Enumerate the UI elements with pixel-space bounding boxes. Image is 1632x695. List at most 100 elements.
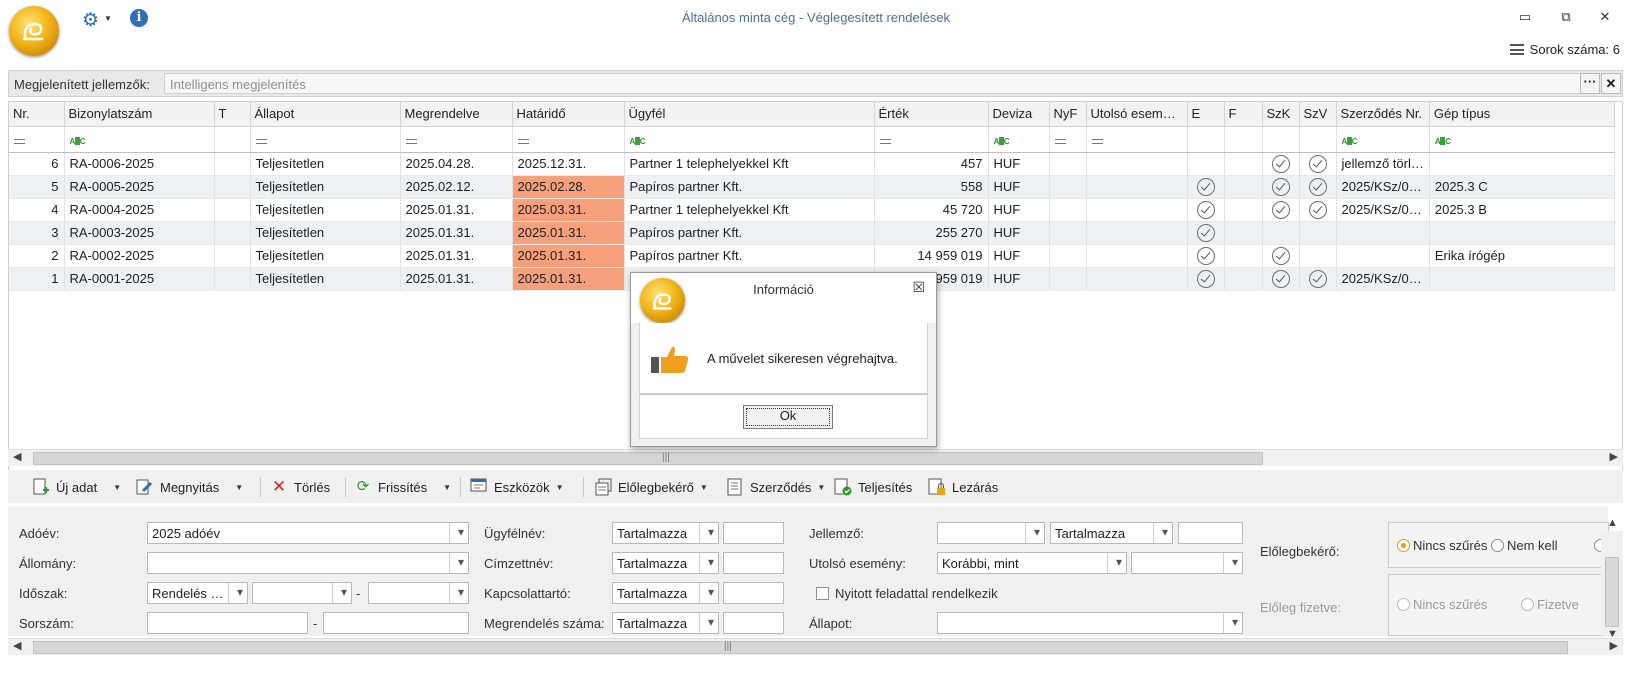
customer-input[interactable] — [723, 522, 784, 544]
cell-machine[interactable] — [1429, 152, 1615, 176]
delete-button[interactable]: ✕ Törlés — [270, 476, 330, 498]
cell-customer[interactable]: Papíros partner Kft. — [624, 175, 875, 199]
customer-mode-select[interactable]: Tartalmazza — [612, 522, 719, 544]
open-button[interactable]: Megnyitás ▼ — [136, 476, 243, 498]
column-header[interactable]: NyF — [1049, 102, 1087, 127]
column-filter-cell[interactable] — [1086, 126, 1188, 153]
cell-contract[interactable] — [1336, 221, 1430, 245]
cell-e[interactable] — [1187, 267, 1225, 291]
column-filter-cell[interactable] — [250, 126, 401, 153]
cell-szv[interactable] — [1299, 152, 1337, 176]
cell-szk[interactable] — [1262, 152, 1300, 176]
tools-button[interactable]: Eszközök ▼ — [470, 476, 564, 498]
table-row[interactable]: 3 RA-0003-2025 Teljesítetlen 2025.01.31. 202… — [9, 221, 1615, 245]
contract-button[interactable]: Szerződés ▼ — [726, 476, 825, 498]
close-icon[interactable]: ✕ — [1594, 9, 1616, 27]
cell-num[interactable]: RA-0001-2025 — [64, 267, 215, 291]
radio-no-filter[interactable]: Nincs szűrés — [1397, 538, 1487, 553]
cell-deadline[interactable]: 2025.01.31. — [512, 221, 625, 245]
cell-e[interactable] — [1187, 244, 1225, 268]
ok-button[interactable]: Ok — [743, 405, 833, 429]
cell-deadline[interactable]: 2025.02.28. — [512, 175, 625, 199]
column-header[interactable]: Deviza — [988, 102, 1050, 127]
cell-status[interactable]: Teljesítetlen — [250, 198, 401, 222]
cell-contract[interactable] — [1336, 244, 1430, 268]
scroll-left-icon[interactable]: ◀ — [13, 639, 21, 652]
cell-nyf[interactable] — [1049, 198, 1087, 222]
radio-icon[interactable] — [1521, 598, 1534, 611]
cell-nyf[interactable] — [1049, 267, 1087, 291]
cell-currency[interactable]: HUF — [988, 198, 1050, 222]
chevron-down-icon[interactable]: ▼ — [700, 483, 708, 492]
cell-nyf[interactable] — [1049, 175, 1087, 199]
cell-contract[interactable]: jellemző törl… — [1336, 152, 1430, 176]
chevron-down-icon[interactable]: ▼ — [556, 483, 564, 492]
table-row[interactable]: 6 RA-0006-2025 Teljesítetlen 2025.04.28. 202… — [9, 152, 1615, 176]
period-to-select[interactable] — [368, 582, 469, 604]
cell-szk[interactable] — [1262, 244, 1300, 268]
table-row[interactable]: 2 RA-0002-2025 Teljesítetlen 2025.01.31. 202… — [9, 244, 1615, 268]
period-type-select[interactable]: Rendelés … — [147, 582, 248, 604]
column-filter-cell[interactable] — [1262, 126, 1300, 153]
column-header[interactable]: Megrendelve — [400, 102, 513, 127]
period-from-select[interactable] — [252, 582, 352, 604]
cell-nyf[interactable] — [1049, 244, 1087, 268]
contact-input[interactable] — [723, 582, 784, 604]
table-row[interactable]: 4 RA-0004-2025 Teljesítetlen 2025.01.31. 202… — [9, 198, 1615, 222]
scrollbar-thumb[interactable]: ||| — [33, 641, 1568, 654]
column-header[interactable]: Bizonylatszám — [64, 102, 215, 127]
cell-deadline[interactable]: 2025.01.31. — [512, 244, 625, 268]
last-event-select[interactable]: Korábbi, mint — [937, 552, 1127, 574]
close-icon[interactable]: ☒ — [912, 279, 925, 296]
cell-szk[interactable] — [1262, 221, 1300, 245]
stock-select[interactable] — [147, 552, 469, 574]
cell-value[interactable]: 14 959 019 — [874, 244, 989, 268]
refresh-button[interactable]: ⟳ Frissítés ▼ — [354, 476, 451, 498]
column-header[interactable]: Érték — [874, 102, 989, 127]
cell-status[interactable]: Teljesítetlen — [250, 175, 401, 199]
column-header[interactable]: T — [214, 102, 251, 127]
scroll-left-icon[interactable]: ◀ — [13, 450, 21, 463]
cell-num[interactable]: RA-0003-2025 — [64, 221, 215, 245]
cell-f[interactable] — [1224, 175, 1263, 199]
cell-last-event[interactable] — [1086, 244, 1188, 268]
table-row[interactable]: 5 RA-0005-2025 Teljesítetlen 2025.02.12. 202… — [9, 175, 1615, 199]
chevron-down-icon[interactable]: ▼ — [443, 483, 451, 492]
cell-value[interactable]: 45 720 — [874, 198, 989, 222]
cell-currency[interactable]: HUF — [988, 221, 1050, 245]
cell-deadline[interactable]: 2025.12.31. — [512, 152, 625, 176]
column-header[interactable]: Határidő — [512, 102, 625, 127]
cell-e[interactable] — [1187, 198, 1225, 222]
cell-nr[interactable]: 2 — [9, 244, 65, 268]
cell-nr[interactable]: 4 — [9, 198, 65, 222]
recipient-input[interactable] — [723, 552, 784, 574]
cell-ordered[interactable]: 2025.01.31. — [400, 244, 513, 268]
recipient-mode-select[interactable]: Tartalmazza — [612, 552, 719, 574]
cell-t[interactable] — [214, 198, 251, 222]
cell-machine[interactable] — [1429, 267, 1615, 291]
scrollbar-thumb[interactable] — [1605, 557, 1619, 627]
contact-mode-select[interactable]: Tartalmazza — [612, 582, 719, 604]
column-filter-cell[interactable]: AC — [624, 126, 875, 153]
cell-contract[interactable]: 2025/KSz/0… — [1336, 267, 1430, 291]
cell-nyf[interactable] — [1049, 221, 1087, 245]
cell-ordered[interactable]: 2025.01.31. — [400, 198, 513, 222]
column-filter-cell[interactable]: AC — [1429, 126, 1615, 153]
cell-value[interactable]: 457 — [874, 152, 989, 176]
cell-t[interactable] — [214, 221, 251, 245]
cell-szv[interactable] — [1299, 244, 1337, 268]
chevron-down-icon[interactable]: ▼ — [817, 483, 825, 492]
clear-button[interactable]: ✕ — [1601, 73, 1621, 94]
attribute-mode-select[interactable]: Tartalmazza — [1050, 522, 1173, 544]
column-filter-cell[interactable] — [1187, 126, 1225, 153]
column-header[interactable]: Gép típus — [1429, 102, 1615, 127]
cell-nyf[interactable] — [1049, 152, 1087, 176]
cell-ordered[interactable]: 2025.04.28. — [400, 152, 513, 176]
cell-num[interactable]: RA-0005-2025 — [64, 175, 215, 199]
column-filter-cell[interactable] — [1224, 126, 1263, 153]
cell-f[interactable] — [1224, 221, 1263, 245]
cell-last-event[interactable] — [1086, 198, 1188, 222]
cell-status[interactable]: Teljesítetlen — [250, 221, 401, 245]
cell-szv[interactable] — [1299, 267, 1337, 291]
more-button[interactable]: ··· — [1580, 73, 1600, 94]
